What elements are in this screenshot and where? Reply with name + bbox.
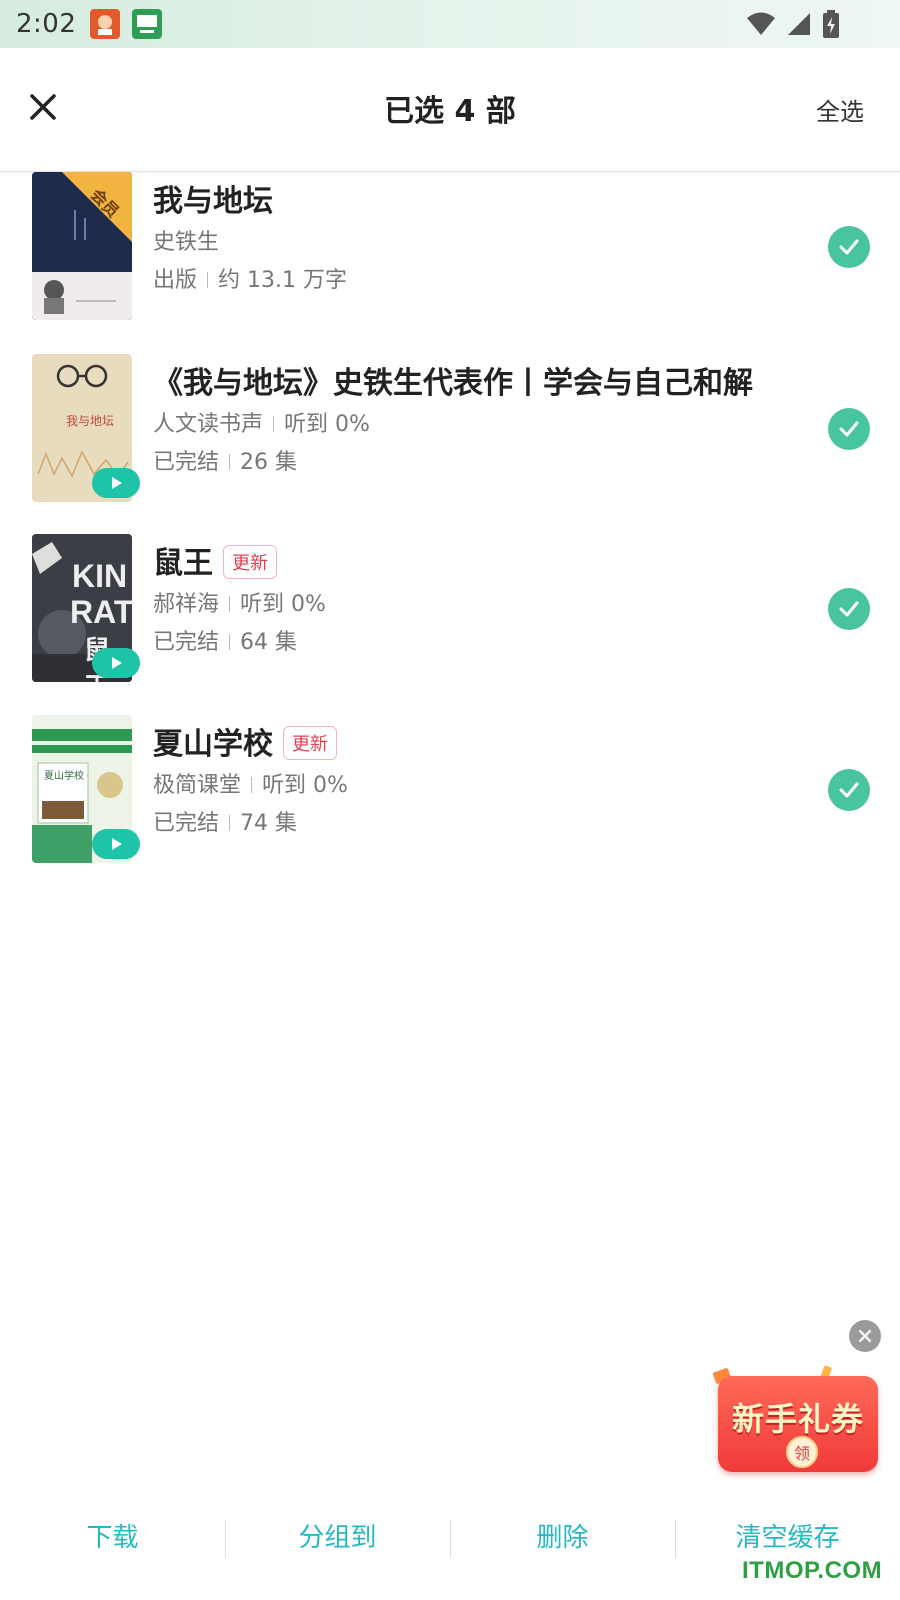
item-episodes: 64 集 [240, 630, 298, 655]
separator [251, 777, 253, 793]
separator [229, 454, 231, 470]
cover-title-line-1: KIN [72, 558, 128, 594]
selected-check-icon[interactable] [828, 588, 870, 630]
delete-button[interactable]: 删除 [450, 1518, 675, 1558]
item-info-length: 约 13.1 万字 [218, 268, 347, 293]
item-title: 我与地坛 [153, 184, 273, 219]
bottom-action-bar: 下载 分组到 删除 清空缓存 [0, 1508, 900, 1600]
separator [229, 815, 231, 831]
item-status-line: 已完结 74 集 [153, 805, 297, 837]
item-title: 夏山学校 更新 [153, 719, 337, 763]
item-title: 《我与地坛》史铁生代表作丨学会与自己和解 [153, 366, 753, 401]
item-episodes: 26 集 [240, 450, 298, 475]
list-item[interactable]: 会员 我与地坛 史铁生 出版约 13.1 万字 [0, 172, 900, 322]
selected-check-icon[interactable] [828, 226, 870, 268]
item-author: 史铁生 [153, 230, 220, 255]
signal-icon [788, 13, 810, 35]
status-time: 2:02 [16, 9, 77, 39]
item-author: 人文读书声 [153, 412, 264, 437]
promo-text: 新手礼券 [731, 1400, 864, 1438]
item-status: 已完结 [153, 811, 220, 836]
item-author: 郝祥海 [153, 592, 220, 617]
promo-body: 新手礼券 领 [718, 1376, 878, 1472]
book-cover: 会员 [32, 172, 132, 320]
audio-badge [92, 648, 140, 678]
notification-app-icon [90, 9, 121, 39]
list-item[interactable]: 我与地坛 《我与地坛》史铁生代表作丨学会与自己和解 人文读书声 听到 0% 已完结… [0, 354, 900, 504]
separator [207, 272, 209, 288]
item-author: 极简课堂 [153, 773, 242, 798]
clear-cache-button[interactable]: 清空缓存 [675, 1518, 900, 1558]
selection-header: 已选 4 部 全选 [0, 48, 900, 172]
select-all-button[interactable]: 全选 [816, 92, 864, 127]
item-status-line: 已完结 26 集 [153, 444, 297, 476]
list-item[interactable]: 夏山学校 夏山学校 更新 极简课堂 听到 0% 已完结 74 集 [0, 715, 900, 865]
new-user-coupon-promo[interactable]: 新手礼券 领 [712, 1362, 878, 1474]
status-icons [746, 10, 840, 38]
selected-check-icon[interactable] [828, 769, 870, 811]
battery-icon [823, 10, 839, 38]
separator [273, 416, 275, 432]
status-bar: 2:02 [0, 0, 900, 48]
item-info: 郝祥海 听到 0% [153, 586, 326, 618]
separator [229, 634, 231, 650]
selected-check-icon[interactable] [828, 408, 870, 450]
promo-claim-button[interactable]: 领 [786, 1436, 818, 1468]
item-info-type: 出版 [153, 268, 198, 293]
watermark: ITMOP.COM [742, 1557, 883, 1584]
notification-app-icon-2 [132, 9, 163, 39]
item-info: 极简课堂 听到 0% [153, 767, 348, 799]
audio-badge [92, 829, 140, 859]
item-title-text: 鼠王 [153, 546, 213, 581]
audio-badge [92, 468, 140, 498]
item-info: 人文读书声 听到 0% [153, 406, 370, 438]
item-title-text: 夏山学校 [153, 727, 273, 762]
promo-close-icon[interactable] [849, 1320, 881, 1352]
item-episodes: 74 集 [240, 811, 298, 836]
list-item[interactable]: KIN RAT 鼠王 鼠王更新 郝祥海听到 0% 已完结 64 集 [0, 534, 900, 684]
item-title: 鼠王 更新 [153, 538, 277, 582]
item-info: 出版约 13.1 万字 [153, 262, 347, 294]
item-progress: 听到 0% [284, 412, 370, 437]
page-title: 已选 4 部 [384, 94, 516, 129]
download-button[interactable]: 下载 [0, 1518, 225, 1558]
item-progress: 听到 0% [240, 592, 326, 617]
update-tag: 更新 [283, 725, 337, 760]
item-progress: 听到 0% [262, 773, 348, 798]
wifi-icon [747, 12, 775, 35]
separator [229, 596, 231, 612]
item-status: 已完结 [153, 450, 220, 475]
cover-title: 我与地坛 [66, 414, 115, 428]
group-to-button[interactable]: 分组到 [225, 1518, 450, 1558]
update-tag: 更新 [223, 544, 277, 579]
item-status-line: 已完结 64 集 [153, 624, 297, 656]
cover-title-line-2: RAT [70, 594, 132, 630]
cover-title: 夏山学校 [44, 771, 84, 782]
item-status: 已完结 [153, 630, 220, 655]
